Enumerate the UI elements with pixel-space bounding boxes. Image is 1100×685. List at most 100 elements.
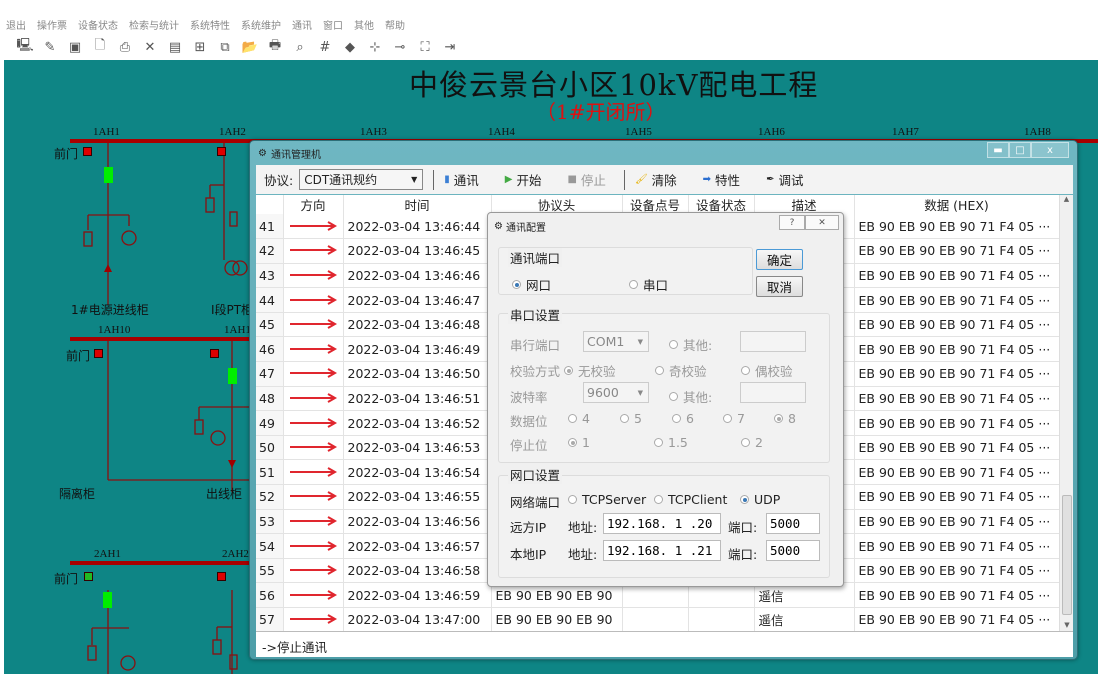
radio-databits-5[interactable]: 5 — [620, 411, 642, 426]
scroll-up-icon[interactable]: ▲ — [1060, 195, 1073, 203]
stopbits-label: 停止位 — [510, 438, 548, 453]
door-indicator[interactable] — [217, 572, 226, 581]
radio-tcpserver[interactable]: TCPServer — [568, 492, 646, 507]
scroll-down-icon[interactable]: ▼ — [1060, 621, 1073, 629]
radio-parity-odd[interactable]: 奇校验 — [655, 361, 707, 380]
arrow-right-icon — [289, 540, 337, 551]
menu-item[interactable]: 通讯 — [292, 17, 312, 32]
menu-item[interactable]: 窗口 — [323, 17, 343, 32]
close-button[interactable]: ✕ — [805, 215, 839, 230]
binary-icon[interactable]: ⊞ — [189, 38, 211, 56]
arrow-right-icon: ➡ — [702, 174, 712, 185]
time-cell: 2022-03-04 13:46:51 — [343, 386, 492, 412]
delete-icon[interactable]: ✕ — [139, 38, 161, 56]
ok-button[interactable]: 确定 — [756, 249, 803, 270]
menu-item[interactable]: 系统维护 — [241, 17, 281, 32]
radio-stopbits-2[interactable]: 2 — [741, 435, 763, 450]
column-header[interactable]: 时间 — [343, 195, 492, 214]
clear-button[interactable]: 🖌 清除 — [635, 170, 677, 189]
menu-item[interactable]: 检索与统计 — [129, 17, 179, 32]
column-header[interactable]: 方向 — [283, 195, 344, 214]
radio-databits-8[interactable]: 8 — [774, 411, 796, 426]
serial-port-select[interactable]: COM1 ▼ — [583, 331, 649, 352]
open-folder-icon[interactable]: 📂 — [239, 38, 261, 56]
radio-net-port[interactable]: 网口 — [512, 275, 551, 294]
start-button[interactable]: ▶ 开始 — [505, 170, 542, 189]
radio-baud-other[interactable]: 其他: — [669, 387, 712, 406]
help-button[interactable]: ? — [779, 215, 805, 230]
vertical-scrollbar[interactable]: ▲ ▼ — [1059, 195, 1073, 631]
remote-ip-input[interactable]: 192.168. 1 .20 — [603, 513, 721, 534]
table-icon[interactable]: ▤ — [164, 38, 186, 56]
properties-button[interactable]: ➡ 特性 — [703, 170, 740, 189]
minimize-button[interactable]: ▬ — [987, 142, 1009, 158]
print-icon[interactable]: ⎙ — [114, 38, 136, 56]
menu-item[interactable]: 其他 — [354, 17, 374, 32]
door-indicator[interactable] — [217, 147, 226, 156]
radio-serial-port[interactable]: 串口 — [629, 275, 668, 294]
exit-icon[interactable]: ⇥ — [439, 38, 461, 56]
radio-databits-4[interactable]: 4 — [568, 411, 590, 426]
arrow-right-icon — [289, 466, 337, 477]
radio-serial-other[interactable]: 其他: — [669, 335, 712, 354]
close-button[interactable]: x — [1031, 142, 1069, 158]
menu-item[interactable]: 退出 — [6, 17, 26, 32]
hex-data-cell: EB 90 EB 90 EB 90 71 F4 05 ··· — [854, 263, 1060, 289]
baud-select[interactable]: 9600 ▼ — [583, 382, 649, 403]
radio-stopbits-1[interactable]: 1 — [568, 435, 590, 450]
column-header[interactable] — [256, 195, 284, 214]
printer-icon[interactable]: 🖶 — [264, 38, 286, 56]
scrollbar-thumb[interactable] — [1062, 495, 1072, 615]
radio-parity-none[interactable] — [564, 366, 574, 375]
door-indicator[interactable] — [94, 349, 103, 358]
radio-parity-even[interactable]: 偶校验 — [741, 361, 793, 380]
door-indicator[interactable] — [210, 349, 219, 358]
radio-tcpclient[interactable]: TCPClient — [654, 492, 727, 507]
zoom-in-icon[interactable]: ⊹ — [364, 38, 386, 56]
remote-ip-label: 远方IP — [510, 520, 547, 535]
serial-other-input[interactable] — [740, 331, 806, 352]
new-file-icon[interactable]: 🗋 — [89, 38, 111, 56]
diamond-icon[interactable]: ◆ — [339, 38, 361, 56]
radio-databits-6[interactable]: 6 — [672, 411, 694, 426]
cancel-button[interactable]: 取消 — [756, 276, 803, 297]
menu-item[interactable]: 系统特性 — [190, 17, 230, 32]
hex-data-cell: EB 90 EB 90 EB 90 71 F4 05 ··· — [854, 435, 1060, 461]
door-indicator[interactable] — [84, 572, 93, 581]
row-number: 52 — [256, 484, 284, 510]
comm-button[interactable]: ▮ 通讯 — [444, 170, 479, 189]
arrow-right-icon — [289, 614, 337, 625]
menu-item[interactable]: 帮助 — [385, 17, 405, 32]
fit-icon[interactable]: ⛶ — [414, 38, 436, 56]
column-header[interactable]: 数据 (HEX) — [854, 195, 1060, 214]
menu-item[interactable]: 设备状态 — [78, 17, 118, 32]
image-icon[interactable]: ▣ — [64, 38, 86, 56]
baud-other-input[interactable] — [740, 382, 806, 403]
maximize-button[interactable]: □ — [1009, 142, 1031, 158]
stop-button[interactable]: ■ 停止 — [567, 170, 605, 189]
protocol-label: 协议: — [264, 173, 294, 188]
zoom-out-icon[interactable]: ⊸ — [389, 38, 411, 56]
radio-databits-7[interactable]: 7 — [723, 411, 745, 426]
local-ip-input[interactable]: 192.168. 1 .21 — [603, 540, 721, 561]
search-icon[interactable]: ⌕ — [289, 38, 311, 56]
table-row[interactable]: 57 2022-03-04 13:47:00 EB 90 EB 90 EB 90 遥信… — [256, 607, 1060, 631]
device-icon[interactable]: 🖳 — [14, 38, 36, 56]
grid-icon[interactable]: # — [314, 38, 336, 56]
radio-udp[interactable]: UDP — [740, 492, 780, 507]
debug-button[interactable]: ✒ 调试 — [766, 170, 803, 189]
port-label: 端口: — [728, 520, 758, 535]
hex-data-cell: EB 90 EB 90 EB 90 71 F4 05 ··· — [854, 509, 1060, 535]
menu-item[interactable]: 操作票 — [37, 17, 67, 32]
busbar-3 — [70, 561, 260, 565]
local-port-input[interactable]: 5000 — [766, 540, 820, 561]
door-indicator[interactable] — [83, 147, 92, 156]
remote-port-input[interactable]: 5000 — [766, 513, 820, 534]
radio-stopbits-1-5[interactable]: 1.5 — [654, 435, 688, 450]
arrow-right-icon — [289, 491, 337, 502]
arrow-right-icon — [289, 516, 337, 526]
copy-icon[interactable]: ⧉ — [214, 38, 236, 56]
protocol-select[interactable]: CDT通讯规约 ▼ — [299, 169, 424, 190]
direction-cell — [283, 459, 344, 486]
ticket-icon[interactable]: ✎ — [39, 38, 61, 56]
